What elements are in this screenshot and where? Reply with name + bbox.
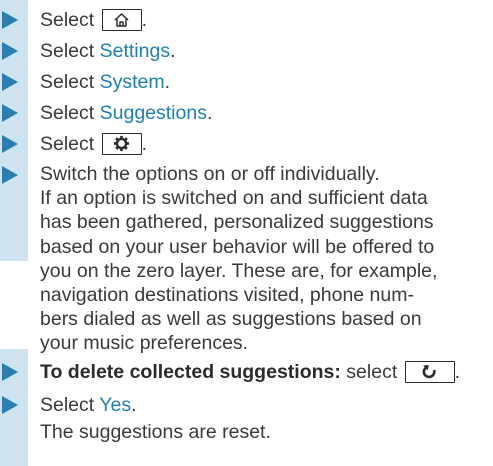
gear-icon [101, 133, 142, 155]
step-suffix: . [141, 133, 148, 155]
reset-icon [404, 361, 455, 383]
step-bullet-icon [0, 100, 28, 126]
step-select-gear: Select . [0, 131, 493, 157]
description-line: navigation destinations visited, phone n… [40, 284, 414, 307]
description-line: bers dialed as well as suggestions based… [40, 308, 422, 331]
step-suffix: . [206, 102, 213, 124]
step-suffix: . [170, 40, 176, 62]
step-result-text: The suggestions are reset. [40, 421, 271, 443]
step-bullet-icon [0, 69, 28, 95]
step-text: Select [40, 40, 95, 62]
description-line: has been gathered, personalized suggesti… [40, 211, 434, 234]
yes-link[interactable]: Yes [99, 394, 131, 416]
step-delete-suggestions: To delete collected suggestions: select … [0, 359, 493, 385]
step-select-yes: Select Yes. The suggestions are reset. [0, 392, 493, 446]
step-text: Select [40, 102, 95, 124]
step-text: Select [40, 133, 95, 155]
description-line: based on your user behavior will be offe… [40, 235, 435, 258]
system-link[interactable]: System [100, 71, 165, 93]
step-suffix: . [164, 71, 171, 93]
step-text: Select [40, 394, 95, 416]
step-suffix: . [131, 394, 137, 416]
description-line: your music preferences. [40, 332, 249, 355]
step-bullet-icon [0, 38, 28, 64]
settings-link[interactable]: Settings [100, 40, 170, 62]
suggestions-link[interactable]: Suggestions [100, 102, 207, 124]
step-text: select [346, 361, 398, 383]
step-suffix: . [454, 361, 461, 383]
step-text: Select [40, 71, 95, 93]
description-line: If an option is switched on and sufficie… [40, 187, 428, 210]
step-bold-label: To delete collected suggestions: [40, 361, 341, 383]
step-suffix: . [141, 9, 148, 31]
step-select-settings: Select Settings. [0, 38, 493, 64]
description-line: Switch the options on or off individuall… [40, 163, 380, 185]
step-bullet-icon [0, 162, 28, 188]
step-select-suggestions: Select Suggestions. [0, 100, 493, 126]
description-line: you on the zero layer. These are, for ex… [40, 259, 438, 282]
step-select-home: Select . [0, 7, 493, 33]
step-select-system: Select System. [0, 69, 493, 95]
step-bullet-icon [0, 359, 28, 385]
step-bullet-icon [0, 392, 28, 418]
step-bullet-icon [0, 7, 28, 33]
home-icon [101, 9, 142, 31]
step-bullet-icon [0, 131, 28, 157]
step-text: Select [40, 9, 95, 31]
step-switch-options: Switch the options on or off individuall… [0, 162, 493, 356]
